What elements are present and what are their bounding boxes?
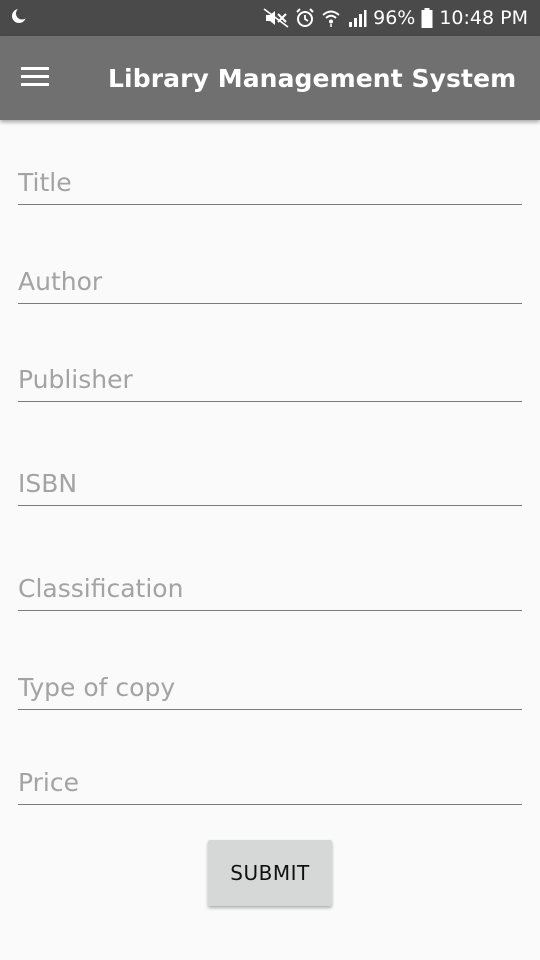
mute-icon [263,8,289,28]
author-field[interactable] [18,260,522,304]
status-bar: 96% 10:48 PM [0,0,540,36]
publisher-input[interactable] [18,358,522,401]
moon-icon [10,7,28,29]
app-bar: Library Management System [0,36,540,120]
type-of-copy-field[interactable] [18,666,522,710]
publisher-field[interactable] [18,358,522,402]
clock: 10:48 PM [439,7,528,29]
menu-button[interactable] [0,36,70,120]
hamburger-menu-icon [20,65,50,91]
wifi-icon [321,8,341,28]
price-input[interactable] [18,761,522,804]
app-title: Library Management System [108,63,517,93]
title-field[interactable] [18,161,522,205]
signal-icon [347,8,367,28]
title-input[interactable] [18,161,522,204]
battery-percent: 96% [373,7,416,29]
battery-icon [421,8,433,28]
author-input[interactable] [18,260,522,303]
isbn-input[interactable] [18,462,522,505]
type-of-copy-input[interactable] [18,666,522,709]
price-field[interactable] [18,761,522,805]
submit-button[interactable]: SUBMIT [208,840,332,906]
isbn-field[interactable] [18,462,522,506]
classification-input[interactable] [18,567,522,610]
classification-field[interactable] [18,567,522,611]
alarm-icon [295,8,315,28]
